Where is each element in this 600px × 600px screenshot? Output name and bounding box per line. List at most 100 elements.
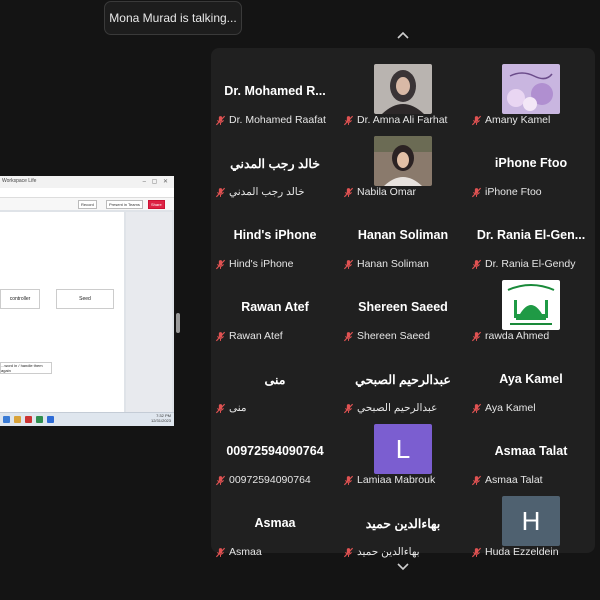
mic-muted-icon <box>215 115 226 126</box>
participant-display-name: Dr. Rania El-Gen... <box>476 228 586 242</box>
panel-resize-handle[interactable] <box>176 313 180 333</box>
participant-label: Dr. Amna Ali Farhat <box>343 113 447 127</box>
participant-display-name: 00972594090764 <box>226 444 324 458</box>
participant-name-label: Amany Kamel <box>485 114 551 126</box>
participant-tile[interactable]: iPhone Ftoo iPhone Ftoo <box>467 128 595 200</box>
participant-name-label: Shereen Saeed <box>357 330 430 342</box>
mic-muted-icon <box>471 115 482 126</box>
participant-label: Aya Kamel <box>471 401 536 415</box>
participant-label: iPhone Ftoo <box>471 185 542 199</box>
mic-muted-icon <box>343 259 354 270</box>
windows-start-icon <box>3 416 10 423</box>
shared-note: ...word in / handle them again <box>0 362 52 374</box>
avatar-photo <box>502 280 560 330</box>
participant-tile[interactable]: Amany Kamel <box>467 56 595 128</box>
participant-name-label: Aya Kamel <box>485 402 536 414</box>
participant-display-name: Hind's iPhone <box>233 228 317 242</box>
mic-muted-icon <box>471 331 482 342</box>
participant-tile[interactable]: Asmaa Talat Asmaa Talat <box>467 416 595 488</box>
participant-display-name: Asmaa <box>254 516 296 530</box>
shared-share-button: Share <box>148 200 165 209</box>
participant-tile[interactable]: H Huda Ezzeldein <box>467 488 595 560</box>
participant-tile[interactable]: بهاءالدين حميد بهاءالدين حميد <box>339 488 467 560</box>
participant-tile[interactable]: خالد رجب المدني خالد رجب المدني <box>211 128 339 200</box>
participant-name-label: Hanan Soliman <box>357 258 429 270</box>
taskbar-app-icon <box>36 416 43 423</box>
participant-display-name: Shereen Saeed <box>358 300 448 314</box>
participant-tile[interactable]: Asmaa Asmaa <box>211 488 339 560</box>
avatar-initial: L <box>374 424 432 474</box>
mic-muted-icon <box>215 259 226 270</box>
mic-muted-icon <box>215 475 226 486</box>
participant-label: Dr. Mohamed Raafat <box>215 113 326 127</box>
mic-muted-icon <box>343 475 354 486</box>
participant-label: Huda Ezzeldein <box>471 545 559 559</box>
participant-label: Nabila Omar <box>343 185 416 199</box>
participant-name-label: Huda Ezzeldein <box>485 546 559 558</box>
participant-tile[interactable]: Dr. Mohamed R... Dr. Mohamed Raafat <box>211 56 339 128</box>
shared-present-button: Present in Teams <box>106 200 143 209</box>
participant-tile[interactable]: 00972594090764 00972594090764 <box>211 416 339 488</box>
shared-box-label: Seed <box>79 296 91 302</box>
window-controls-icon: – ▢ ✕ <box>142 179 170 185</box>
participant-display-name: Asmaa Talat <box>494 444 568 458</box>
shared-tab-text: Workspace Life <box>2 178 37 184</box>
participant-tile[interactable]: Hanan Soliman Hanan Soliman <box>339 200 467 272</box>
participant-tile[interactable]: rawda Ahmed <box>467 272 595 344</box>
participant-tile[interactable]: Dr. Rania El-Gen... Dr. Rania El-Gendy <box>467 200 595 272</box>
participant-tile[interactable]: عبدالرحيم الصبحي عبدالرحيم الصبحي <box>339 344 467 416</box>
participant-name-label: Nabila Omar <box>357 186 416 198</box>
participant-label: Shereen Saeed <box>343 329 430 343</box>
participant-tile[interactable]: Shereen Saeed Shereen Saeed <box>339 272 467 344</box>
participant-tile[interactable]: منى منى <box>211 344 339 416</box>
mic-muted-icon <box>215 187 226 198</box>
participant-name-label: خالد رجب المدني <box>229 186 305 198</box>
participant-tile[interactable]: Rawan Atef Rawan Atef <box>211 272 339 344</box>
participant-label: منى <box>215 401 247 415</box>
participant-label: خالد رجب المدني <box>215 185 304 199</box>
shared-screen-view[interactable]: Workspace Life – ▢ ✕ Record Present in T… <box>0 176 174 426</box>
participant-label: Asmaa Talat <box>471 473 543 487</box>
participant-name-label: Asmaa Talat <box>485 474 543 486</box>
taskbar-app-icon <box>47 416 54 423</box>
participant-tile[interactable]: Hind's iPhone Hind's iPhone <box>211 200 339 272</box>
avatar-photo <box>502 64 560 114</box>
participant-label: Rawan Atef <box>215 329 283 343</box>
participant-display-name: Dr. Mohamed R... <box>224 84 326 98</box>
mic-muted-icon <box>343 547 354 558</box>
shared-side-panel <box>126 212 172 412</box>
shared-note-text: ...word in / handle them again <box>1 363 43 373</box>
participant-name-label: Dr. Mohamed Raafat <box>229 114 326 126</box>
participant-display-name: Aya Kamel <box>499 372 563 386</box>
participant-label: Hanan Soliman <box>343 257 429 271</box>
mic-muted-icon <box>471 475 482 486</box>
mic-muted-icon <box>343 115 354 126</box>
participant-display-name: iPhone Ftoo <box>494 156 568 170</box>
mic-muted-icon <box>215 331 226 342</box>
speaking-notice-text: Mona Murad is talking... <box>109 11 237 25</box>
mic-muted-icon <box>343 187 354 198</box>
participant-name-label: Dr. Rania El-Gendy <box>485 258 576 270</box>
participant-name-label: rawda Ahmed <box>485 330 550 342</box>
participant-display-name: Hanan Soliman <box>357 228 449 242</box>
participant-label: 00972594090764 <box>215 473 311 487</box>
chevron-down-icon <box>397 563 409 571</box>
taskbar-clock: 7:32 PM 12/31/2023 <box>151 413 171 423</box>
participant-tile[interactable]: Dr. Amna Ali Farhat <box>339 56 467 128</box>
gallery-page-down-button[interactable] <box>392 558 414 576</box>
participant-label: Amany Kamel <box>471 113 550 127</box>
taskbar-app-icon <box>25 416 32 423</box>
participant-tile[interactable]: L Lamiaa Mabrouk <box>339 416 467 488</box>
shared-url-bar <box>0 188 174 198</box>
participant-tile[interactable]: Nabila Omar <box>339 128 467 200</box>
avatar-photo <box>374 64 432 114</box>
participant-label: rawda Ahmed <box>471 329 549 343</box>
mic-muted-icon <box>471 259 482 270</box>
participant-name-label: Asmaa <box>229 546 262 558</box>
mic-muted-icon <box>343 331 354 342</box>
participant-tile[interactable]: Aya Kamel Aya Kamel <box>467 344 595 416</box>
mic-muted-icon <box>343 403 354 414</box>
mic-muted-icon <box>471 403 482 414</box>
participant-label: عبدالرحيم الصبحي <box>343 401 437 415</box>
gallery-page-up-button[interactable] <box>392 26 414 44</box>
